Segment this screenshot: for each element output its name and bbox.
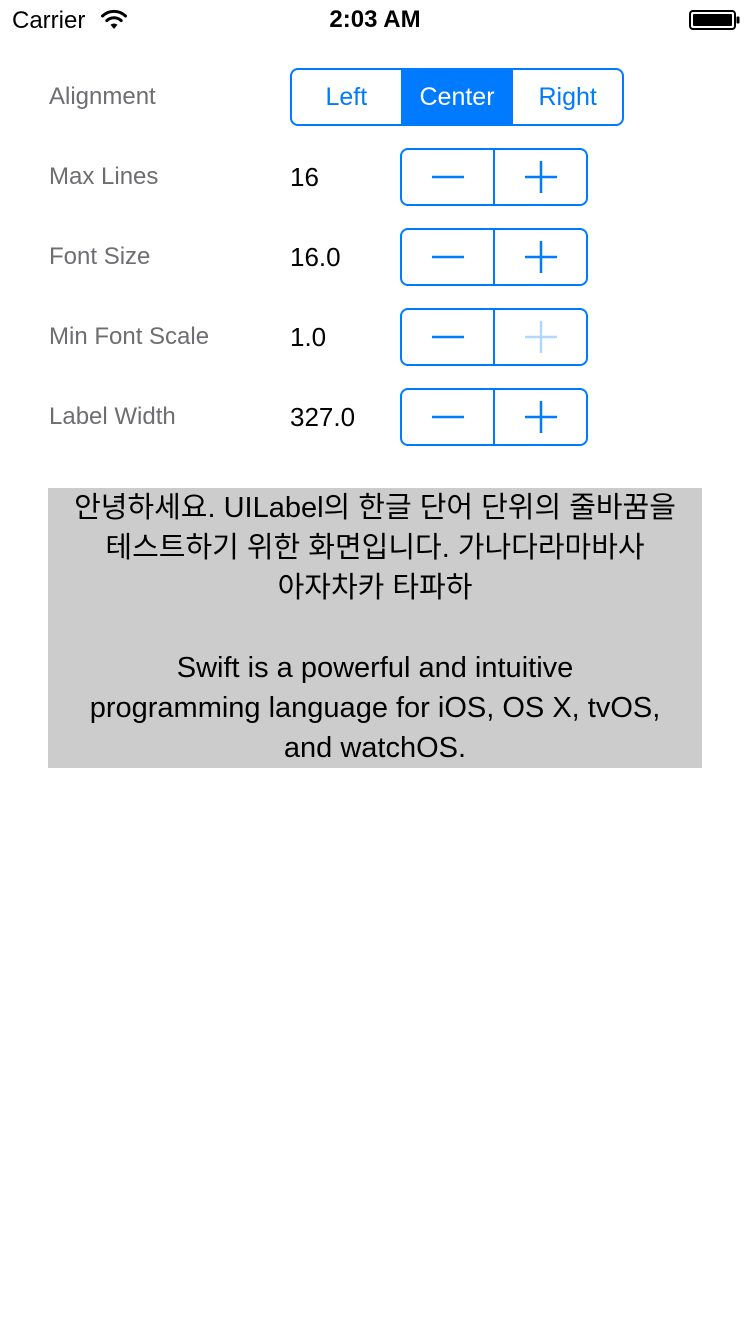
label-width-label: Label Width	[49, 403, 176, 430]
max-lines-stepper	[400, 148, 588, 206]
label-width-value: 327.0	[290, 402, 356, 432]
plus-icon	[524, 241, 557, 273]
segment-right[interactable]: Right	[511, 70, 622, 124]
segment-center[interactable]: Center	[400, 70, 512, 124]
label-width-stepper	[400, 388, 588, 446]
min-font-scale-row: Min Font Scale 1.0	[0, 308, 750, 366]
max-lines-increment-button[interactable]	[493, 150, 586, 204]
segment-left[interactable]: Left	[292, 70, 401, 124]
font-size-increment-button[interactable]	[493, 230, 586, 284]
status-bar: Carrier 2:03 AM	[0, 0, 750, 40]
battery-full-icon	[689, 10, 740, 30]
demo-text-line: 테스트하기 위한 화면입니다. 가나다라마바사	[105, 532, 645, 564]
demo-text-line: 아자차카 타파하	[277, 572, 473, 604]
min-font-scale-increment-button[interactable]	[493, 310, 586, 364]
demo-text-line	[48, 608, 702, 648]
demo-text-line: 안녕하세요. UILabel의 한글 단어 단위의 줄바꿈을	[74, 492, 676, 524]
demo-text-line: Swift is a powerful and intuitive	[176, 652, 574, 684]
demo-label: 안녕하세요. UILabel의 한글 단어 단위의 줄바꿈을 테스트하기 위한 …	[48, 488, 702, 768]
max-lines-label: Max Lines	[49, 163, 159, 190]
min-font-scale-label: Min Font Scale	[49, 323, 210, 350]
min-font-scale-value: 1.0	[290, 322, 327, 352]
plus-icon	[524, 161, 557, 193]
max-lines-row: Max Lines 16	[0, 148, 750, 206]
minus-icon	[431, 335, 464, 339]
alignment-segmented-control: Left Center Right	[290, 68, 624, 126]
min-font-scale-decrement-button[interactable]	[402, 310, 493, 364]
font-size-row: Font Size 16.0	[0, 228, 750, 286]
minus-icon	[431, 175, 464, 179]
plus-icon	[524, 401, 557, 433]
minus-icon	[431, 415, 464, 419]
font-size-decrement-button[interactable]	[402, 230, 493, 284]
font-size-stepper	[400, 228, 588, 286]
label-width-increment-button[interactable]	[493, 390, 586, 444]
label-width-decrement-button[interactable]	[402, 390, 493, 444]
alignment-label: Alignment	[49, 83, 156, 110]
plus-icon	[524, 321, 557, 353]
label-width-row: Label Width 327.0	[0, 388, 750, 446]
max-lines-decrement-button[interactable]	[402, 150, 493, 204]
demo-text-line: programming language for iOS, OS X, tvOS…	[89, 692, 661, 724]
max-lines-value: 16	[290, 162, 319, 192]
status-time: 2:03 AM	[329, 6, 421, 33]
demo-text-line: and watchOS.	[283, 732, 467, 764]
font-size-value: 16.0	[290, 242, 341, 272]
min-font-scale-stepper	[400, 308, 588, 366]
font-size-label: Font Size	[49, 243, 151, 270]
minus-icon	[431, 255, 464, 259]
